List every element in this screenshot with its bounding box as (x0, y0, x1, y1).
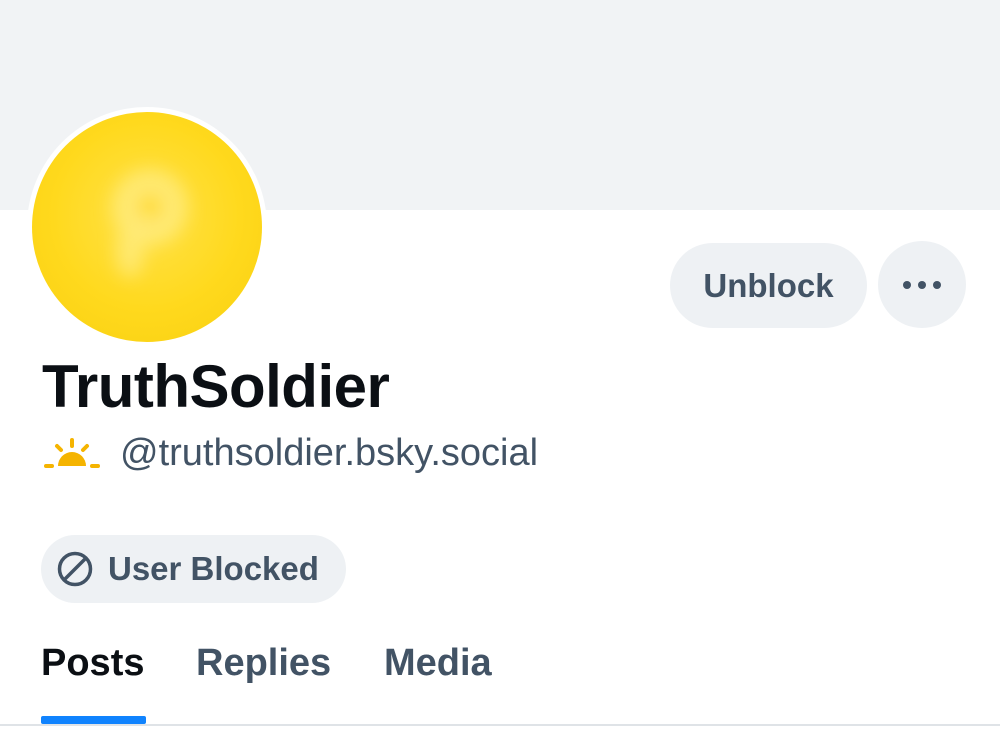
profile-tabs: Posts Replies Media (0, 632, 1000, 725)
profile-page: Unblock TruthSoldier @truthsoldier.bsky.… (0, 0, 1000, 749)
active-tab-indicator (41, 716, 146, 724)
unblock-label: Unblock (703, 266, 834, 304)
handle-row: @truthsoldier.bsky.social (44, 428, 538, 478)
user-blocked-badge: User Blocked (41, 535, 346, 603)
tab-media[interactable]: Media (384, 632, 492, 725)
avatar-border (27, 107, 267, 347)
avatar[interactable] (32, 112, 262, 342)
more-options-button[interactable] (878, 241, 966, 328)
avatar-image (112, 169, 188, 278)
sunrise-icon (44, 438, 100, 468)
tabs-divider (0, 724, 1000, 726)
ellipsis-icon (903, 280, 941, 289)
display-name: TruthSoldier (42, 353, 390, 420)
block-icon (56, 550, 94, 588)
tab-posts[interactable]: Posts (41, 632, 146, 725)
unblock-button[interactable]: Unblock (670, 243, 867, 328)
profile-handle: @truthsoldier.bsky.social (120, 431, 539, 474)
user-blocked-label: User Blocked (108, 550, 319, 587)
tab-replies[interactable]: Replies (196, 632, 331, 725)
